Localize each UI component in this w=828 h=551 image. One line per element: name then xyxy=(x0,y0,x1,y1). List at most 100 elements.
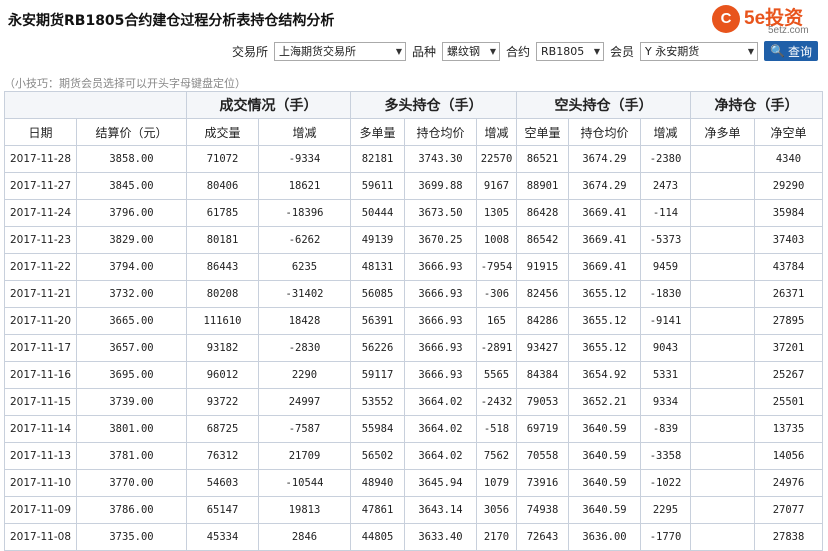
long-change-cell: 165 xyxy=(476,307,517,335)
short-cell: 70558 xyxy=(516,442,569,470)
long-change-cell: 1079 xyxy=(476,469,517,497)
settle-cell: 3796.00 xyxy=(76,199,187,227)
date-cell: 2017-11-09 xyxy=(4,496,77,524)
table-row: 2017-11-27 3845.00 80406 18621 59611 3699.88 9… xyxy=(4,172,823,200)
net-short-cell: 37403 xyxy=(754,226,823,254)
product-select[interactable]: 螺纹钢 ▼ xyxy=(442,41,500,61)
volume-change-cell: 2846 xyxy=(258,523,351,551)
table-row: 2017-11-13 3781.00 76312 21709 56502 3664.02 7… xyxy=(4,442,823,470)
date-cell: 2017-11-08 xyxy=(4,523,77,551)
table-row: 2017-11-15 3739.00 93722 24997 53552 3664.02-… xyxy=(4,388,823,416)
column-header: 净多单 xyxy=(690,118,755,146)
volume-cell: 61785 xyxy=(186,199,259,227)
logo-mark-icon: C xyxy=(712,5,740,33)
group-header-short: 空头持仓（手） xyxy=(516,91,691,119)
long-cell: 56085 xyxy=(350,280,405,308)
long-avg-cell: 3664.02 xyxy=(404,388,477,416)
group-header-net: 净持仓（手） xyxy=(690,91,823,119)
short-cell: 86542 xyxy=(516,226,569,254)
table-row: 2017-11-24 3796.00 61785 -18396 50444 3673.50… xyxy=(4,199,823,227)
long-avg-cell: 3666.93 xyxy=(404,307,477,335)
short-cell: 86428 xyxy=(516,199,569,227)
long-change-cell: 1008 xyxy=(476,226,517,254)
short-avg-cell: 3640.59 xyxy=(568,469,641,497)
date-cell: 2017-11-16 xyxy=(4,361,77,389)
short-change-cell: -5373 xyxy=(640,226,691,254)
short-avg-cell: 3655.12 xyxy=(568,334,641,362)
table-row: 2017-11-09 3786.00 65147 19813 47861 3643.14 3… xyxy=(4,496,823,524)
long-cell: 82181 xyxy=(350,145,405,173)
volume-change-cell: 2290 xyxy=(258,361,351,389)
long-change-cell: 9167 xyxy=(476,172,517,200)
volume-change-cell: 19813 xyxy=(258,496,351,524)
short-avg-cell: 3674.29 xyxy=(568,145,641,173)
net-short-cell: 29290 xyxy=(754,172,823,200)
volume-cell: 68725 xyxy=(186,415,259,443)
search-icon: 🔍 xyxy=(770,44,785,58)
member-select-value: Y 永安期货 xyxy=(645,45,700,58)
long-cell: 53552 xyxy=(350,388,405,416)
short-avg-cell: 3669.41 xyxy=(568,253,641,281)
net-short-cell: 25501 xyxy=(754,388,823,416)
logo-domain: 5etz.com xyxy=(768,25,809,36)
long-avg-cell: 3699.88 xyxy=(404,172,477,200)
short-cell: 88901 xyxy=(516,172,569,200)
exchange-select[interactable]: 上海期货交易所 ▼ xyxy=(273,41,406,61)
net-long-cell xyxy=(690,469,755,497)
logo[interactable]: C 5e投资 5etz.com xyxy=(712,3,822,37)
long-cell: 56391 xyxy=(350,307,405,335)
short-change-cell: -1770 xyxy=(640,523,691,551)
short-change-cell: -1022 xyxy=(640,469,691,497)
short-cell: 82456 xyxy=(516,280,569,308)
volume-cell: 93722 xyxy=(186,388,259,416)
long-cell: 48940 xyxy=(350,469,405,497)
query-button-label: 查询 xyxy=(787,44,812,59)
contract-select-value: RB1805 xyxy=(541,44,585,58)
column-header: 净空单 xyxy=(754,118,823,146)
short-cell: 72643 xyxy=(516,523,569,551)
column-header: 增减 xyxy=(640,118,691,146)
short-avg-cell: 3674.29 xyxy=(568,172,641,200)
position-table: 成交情况（手） 多头持仓（手） 空头持仓（手） 净持仓（手） 日期 结算价（元）成… xyxy=(4,91,823,551)
volume-cell: 45334 xyxy=(186,523,259,551)
column-header: 多单量 xyxy=(350,118,405,146)
short-change-cell: 9459 xyxy=(640,253,691,281)
short-change-cell: -9141 xyxy=(640,307,691,335)
column-header: 成交量 xyxy=(186,118,259,146)
short-change-cell: -3358 xyxy=(640,442,691,470)
short-change-cell: -114 xyxy=(640,199,691,227)
date-cell: 2017-11-10 xyxy=(4,469,77,497)
net-short-cell: 35984 xyxy=(754,199,823,227)
date-cell: 2017-11-24 xyxy=(4,199,77,227)
volume-change-cell: -7587 xyxy=(258,415,351,443)
group-header-long: 多头持仓（手） xyxy=(350,91,517,119)
column-header: 结算价（元） xyxy=(76,118,187,146)
net-long-cell xyxy=(690,172,755,200)
short-avg-cell: 3652.21 xyxy=(568,388,641,416)
date-cell: 2017-11-28 xyxy=(4,145,77,173)
product-select-value: 螺纹钢 xyxy=(447,45,480,58)
net-long-cell xyxy=(690,334,755,362)
table-row: 2017-11-28 3858.00 71072 -9334 82181 3743.30 2… xyxy=(4,145,823,173)
volume-change-cell: 24997 xyxy=(258,388,351,416)
query-button[interactable]: 🔍 查询 xyxy=(764,41,818,61)
member-select[interactable]: Y 永安期货 ▼ xyxy=(640,41,759,61)
net-short-cell: 26371 xyxy=(754,280,823,308)
volume-cell: 80208 xyxy=(186,280,259,308)
table-row: 2017-11-23 3829.00 80181 -6262 49139 3670.25 1… xyxy=(4,226,823,254)
net-short-cell: 13735 xyxy=(754,415,823,443)
short-change-cell: 2295 xyxy=(640,496,691,524)
column-header: 日期 xyxy=(4,118,77,146)
contract-select[interactable]: RB1805 ▼ xyxy=(536,41,605,61)
column-header: 空单量 xyxy=(516,118,569,146)
settle-cell: 3739.00 xyxy=(76,388,187,416)
settle-cell: 3657.00 xyxy=(76,334,187,362)
short-cell: 91915 xyxy=(516,253,569,281)
short-change-cell: -1830 xyxy=(640,280,691,308)
table-row: 2017-11-08 3735.00 45334 2846 44805 3633.40 21… xyxy=(4,523,823,551)
long-avg-cell: 3664.02 xyxy=(404,442,477,470)
column-header: 持仓均价 xyxy=(568,118,641,146)
short-avg-cell: 3669.41 xyxy=(568,226,641,254)
net-long-cell xyxy=(690,145,755,173)
short-cell: 84384 xyxy=(516,361,569,389)
